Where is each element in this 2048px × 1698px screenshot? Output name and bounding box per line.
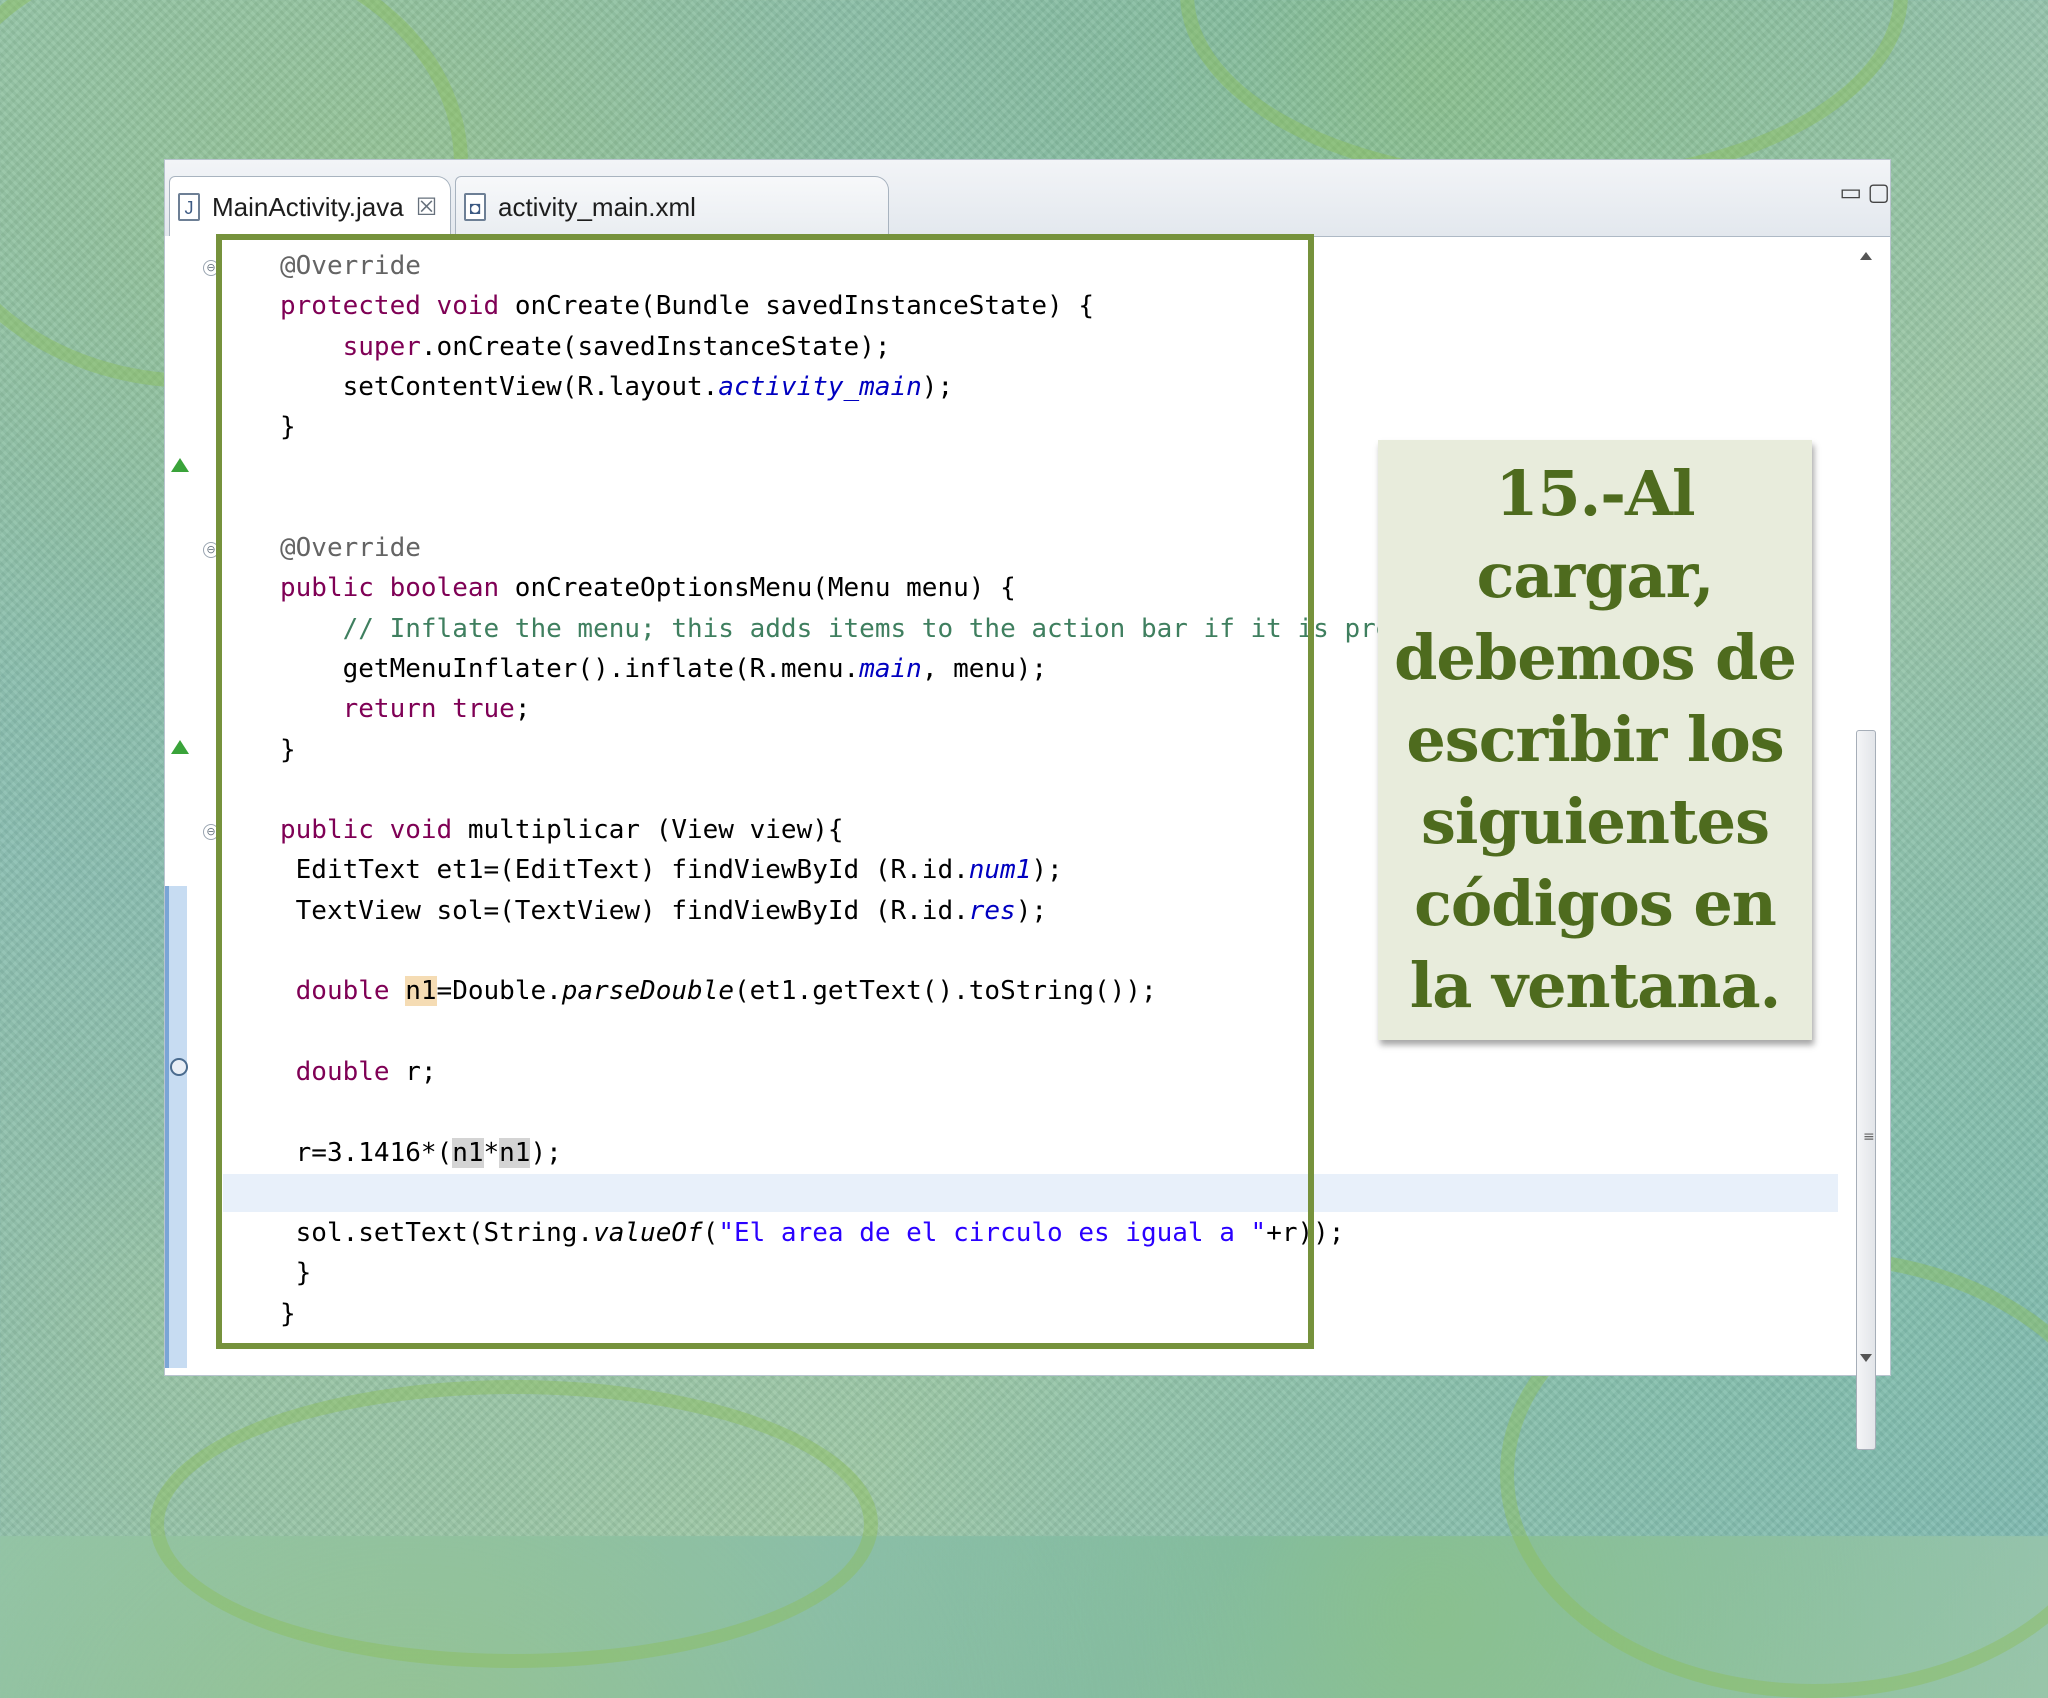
- note-text: 15.-Al cargar, debemos de escribir los s…: [1394, 457, 1797, 1022]
- instruction-note: 15.-Al cargar, debemos de escribir los s…: [1378, 440, 1812, 1040]
- tab-activity-main-xml[interactable]: ◘ activity_main.xml: [455, 176, 889, 237]
- change-ruler-bar: [165, 886, 187, 1368]
- tab-label: MainActivity.java: [212, 191, 404, 222]
- scrollbar-thumb[interactable]: ≡: [1856, 730, 1876, 1450]
- background-swirl: [150, 1380, 878, 1668]
- editor-tab-bar: J MainActivity.java ☒ ◘ activity_main.xm…: [165, 160, 1890, 237]
- editor-ruler: [165, 236, 203, 1375]
- tab-mainactivity-java[interactable]: J MainActivity.java ☒: [169, 176, 451, 237]
- tab-label: activity_main.xml: [498, 191, 696, 222]
- breakpoint-icon[interactable]: [170, 1058, 188, 1076]
- close-icon[interactable]: ☒: [416, 193, 438, 222]
- xml-file-icon: ◘: [464, 193, 486, 221]
- scroll-down-icon[interactable]: [1860, 1354, 1872, 1362]
- scroll-up-icon[interactable]: [1860, 252, 1872, 260]
- highlight-frame: [216, 234, 1314, 1349]
- java-file-icon: J: [178, 193, 200, 221]
- maximize-icon[interactable]: ▢: [1867, 178, 1890, 206]
- grip-icon: ≡: [1863, 1129, 1875, 1145]
- minimize-icon[interactable]: ▭: [1839, 178, 1862, 206]
- vertical-scrollbar[interactable]: ≡: [1854, 252, 1878, 1450]
- override-marker-icon[interactable]: [171, 458, 189, 472]
- override-marker-icon[interactable]: [171, 740, 189, 754]
